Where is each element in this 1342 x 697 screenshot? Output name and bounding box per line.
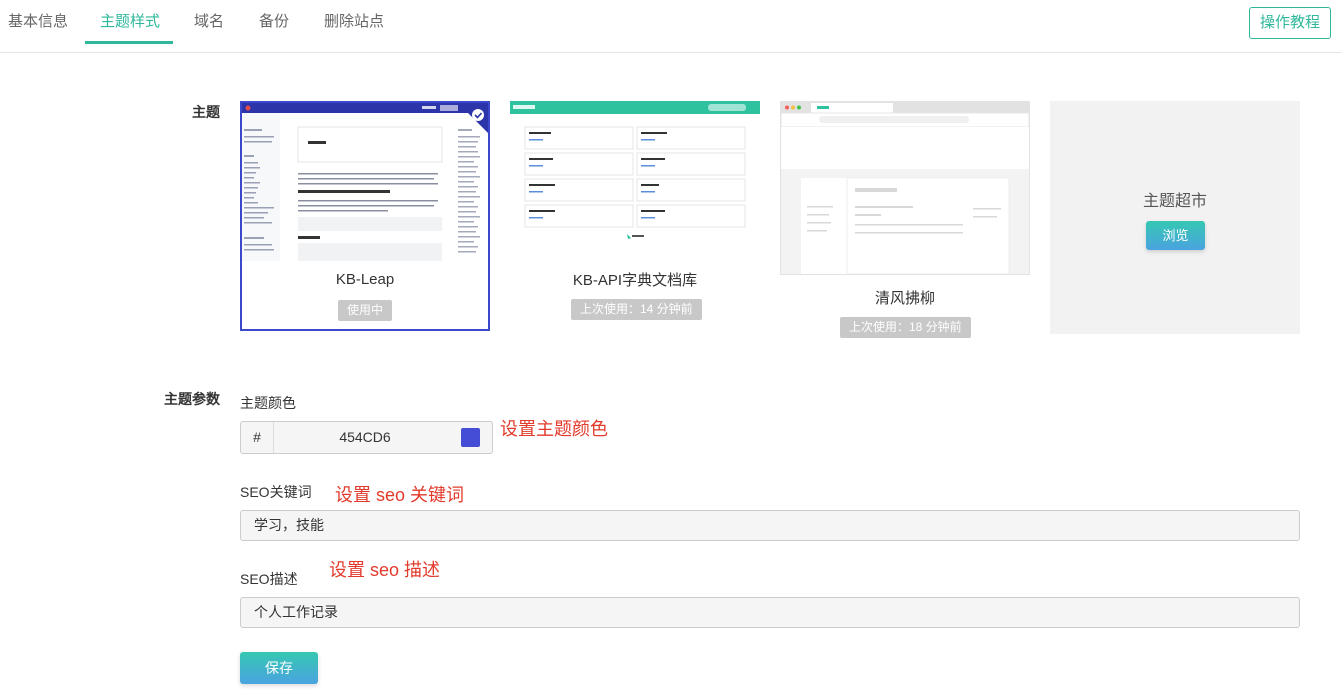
theme-preview-qingfeng	[780, 101, 1030, 275]
theme-status-badge: 上次使用：18 分钟前	[840, 317, 971, 338]
theme-section-label: 主题	[192, 104, 220, 120]
theme-card-qingfeng[interactable]: 清风拂柳 上次使用：18 分钟前	[780, 101, 1030, 341]
theme-name: KB-Leap	[335, 271, 395, 288]
seo-keywords-hint: 设置 seo 关键词	[335, 485, 465, 505]
theme-color-label: 主题颜色	[240, 395, 296, 411]
theme-card-kb-leap[interactable]: KB-Leap 使用中	[240, 101, 490, 331]
seo-keywords-input[interactable]: 学习，技能	[240, 510, 1300, 541]
tab-delete-site[interactable]: 删除站点	[324, 13, 384, 43]
color-swatch[interactable]	[461, 428, 480, 447]
theme-status-badge: 使用中	[338, 300, 393, 321]
active-tab-indicator	[85, 41, 173, 44]
seo-description-label: SEO描述	[240, 571, 298, 587]
theme-color-field: # 454CD6	[240, 421, 493, 454]
params-section-label: 主题参数	[164, 391, 220, 407]
theme-card-kb-api[interactable]: KB-API字典文档库 上次使用：14 分钟前	[510, 101, 760, 331]
tab-theme-style[interactable]: 主题样式	[100, 13, 160, 43]
tab-backup[interactable]: 备份	[259, 13, 289, 43]
theme-preview-kb-leap	[242, 103, 488, 261]
tab-basic-info[interactable]: 基本信息	[8, 13, 68, 43]
theme-status-badge: 上次使用：14 分钟前	[571, 299, 702, 320]
theme-market-card: 主题超市 浏览	[1050, 101, 1300, 334]
theme-color-input[interactable]: 454CD6	[274, 422, 456, 453]
hash-prefix: #	[241, 422, 274, 453]
theme-market-title: 主题超市	[1142, 193, 1207, 210]
theme-color-hint: 设置主题颜色	[500, 419, 608, 439]
seo-description-input[interactable]: 个人工作记录	[240, 597, 1300, 628]
save-button[interactable]: 保存	[240, 652, 318, 684]
top-tab-bar: 基本信息 主题样式 域名 备份 删除站点 操作教程	[0, 0, 1342, 53]
seo-description-hint: 设置 seo 描述	[329, 560, 441, 580]
theme-name: KB-API字典文档库	[572, 272, 698, 289]
seo-keywords-label: SEO关键词	[240, 484, 312, 500]
theme-name: 清风拂柳	[874, 290, 935, 307]
browse-button[interactable]: 浏览	[1146, 221, 1205, 250]
tab-domain[interactable]: 域名	[194, 13, 224, 43]
guide-button[interactable]: 操作教程	[1249, 7, 1331, 39]
theme-preview-kb-api	[510, 101, 760, 246]
